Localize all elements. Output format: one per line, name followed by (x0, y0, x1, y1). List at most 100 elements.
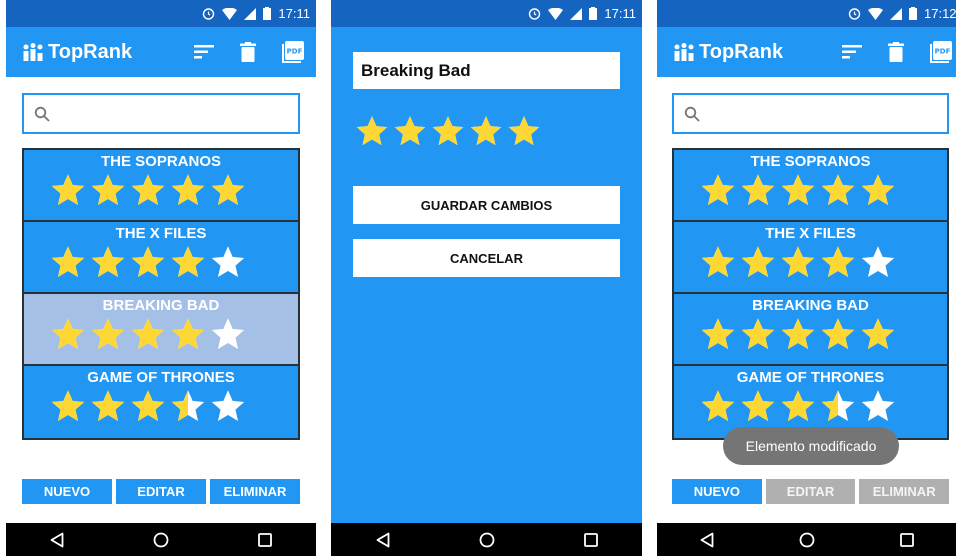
list-item[interactable]: THE SOPRANOS (674, 150, 947, 222)
signal-icon (244, 7, 257, 20)
alarm-icon (529, 8, 541, 20)
star-icon (821, 390, 855, 421)
rating-stars (700, 388, 896, 424)
svg-text:PDF: PDF (287, 48, 303, 56)
star-icon (701, 246, 735, 277)
ranking-list: THE SOPRANOS THE X FILES BREAKING BAD GA… (672, 148, 949, 440)
star-icon (861, 246, 895, 277)
cancel-button[interactable]: CANCELAR (353, 239, 620, 277)
star-icon (701, 390, 735, 421)
alarm-icon (848, 8, 861, 20)
home-icon[interactable] (479, 532, 495, 548)
edit-button[interactable]: EDITAR (116, 479, 206, 504)
star-icon (781, 174, 815, 205)
star-icon (51, 174, 85, 205)
search-icon (34, 106, 50, 122)
wifi-icon (548, 7, 564, 20)
save-button[interactable]: GUARDAR CAMBIOS (353, 186, 620, 224)
nav-bar (6, 523, 316, 556)
star-icon (821, 246, 855, 277)
rating-stars (50, 316, 246, 352)
delete-icon[interactable] (888, 42, 904, 62)
nav-bar (331, 523, 642, 556)
rating-stars (700, 316, 896, 352)
search-input[interactable] (22, 93, 300, 134)
sort-icon[interactable] (842, 45, 862, 59)
item-title: BREAKING BAD (752, 297, 869, 314)
app-logo-icon (674, 43, 694, 61)
home-icon[interactable] (799, 532, 815, 548)
delete-button[interactable]: ELIMINAR (210, 479, 300, 504)
star-icon (781, 318, 815, 349)
star-icon (51, 318, 85, 349)
nav-bar (657, 523, 956, 556)
battery-icon (263, 7, 272, 20)
star-icon (91, 390, 125, 421)
back-icon[interactable] (50, 532, 64, 548)
back-icon[interactable] (700, 532, 714, 548)
name-input[interactable]: Breaking Bad (353, 52, 620, 89)
star-icon (211, 318, 245, 349)
wifi-icon (222, 7, 238, 20)
recents-icon[interactable] (257, 532, 272, 547)
search-input[interactable] (672, 93, 949, 134)
app-title: TopRank (48, 40, 133, 63)
list-item[interactable]: THE SOPRANOS (24, 150, 298, 222)
star-icon (131, 318, 165, 349)
rating-stars (50, 172, 246, 208)
new-button[interactable]: NUEVO (22, 479, 112, 504)
star-icon (432, 116, 464, 146)
star-icon (211, 246, 245, 277)
star-icon (51, 246, 85, 277)
star-icon (91, 246, 125, 277)
star-icon (131, 246, 165, 277)
star-icon (861, 174, 895, 205)
star-icon (741, 390, 775, 421)
back-icon[interactable] (376, 532, 390, 548)
ranking-list: THE SOPRANOS THE X FILES BREAKING BAD GA… (22, 148, 300, 440)
action-buttons: NUEVO EDITAR ELIMINAR (672, 479, 950, 504)
star-icon (211, 390, 245, 421)
list-item[interactable]: BREAKING BAD (674, 294, 947, 366)
home-icon[interactable] (153, 532, 169, 548)
svg-text:PDF: PDF (935, 48, 951, 56)
status-time: 17:12 (924, 6, 956, 21)
recents-icon[interactable] (899, 532, 914, 547)
star-icon (861, 390, 895, 421)
list-item[interactable]: THE X FILES (674, 222, 947, 294)
rating-stars (700, 244, 896, 280)
star-icon (781, 390, 815, 421)
app-bar: TopRank PDF (657, 27, 956, 77)
recents-icon[interactable] (583, 532, 598, 547)
item-title: BREAKING BAD (102, 297, 220, 314)
star-icon (394, 116, 426, 146)
rating-bar[interactable] (355, 114, 541, 148)
pdf-icon[interactable]: PDF (930, 41, 952, 63)
edit-button: EDITAR (765, 479, 856, 504)
alarm-icon (203, 8, 215, 20)
status-bar: 17:12 (657, 0, 956, 27)
app-bar: TopRank PDF (6, 27, 316, 77)
list-item-selected[interactable]: BREAKING BAD (24, 294, 298, 366)
star-icon (171, 246, 205, 277)
star-icon (51, 390, 85, 421)
star-icon (171, 390, 205, 421)
delete-button: ELIMINAR (859, 479, 950, 504)
battery-icon (589, 7, 598, 20)
item-title: THE SOPRANOS (750, 153, 871, 170)
new-button[interactable]: NUEVO (672, 479, 762, 504)
list-item[interactable]: GAME OF THRONES (24, 366, 298, 438)
star-icon (470, 116, 502, 146)
star-icon (821, 174, 855, 205)
status-bar: 17:11 (331, 0, 642, 27)
item-title: THE X FILES (765, 225, 856, 242)
star-icon (701, 174, 735, 205)
list-item[interactable]: THE X FILES (24, 222, 298, 294)
sort-icon[interactable] (194, 45, 214, 59)
wifi-icon (868, 7, 883, 20)
rating-stars (700, 172, 896, 208)
pdf-icon[interactable]: PDF (282, 41, 304, 63)
phone-list-screen: 17:11 TopRank PDF THE SOPRANOS THE X FIL… (6, 0, 316, 556)
delete-icon[interactable] (240, 42, 256, 62)
star-icon (861, 318, 895, 349)
